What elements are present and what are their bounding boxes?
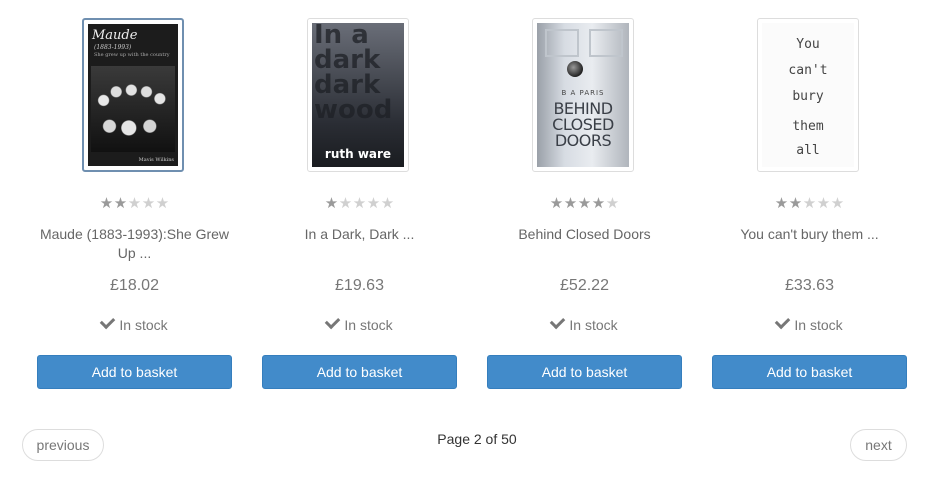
cover-title: BEHIND CLOSED DOORS: [537, 101, 629, 149]
product-price: £19.63: [335, 277, 384, 294]
book-cover-image[interactable]: B A PARIS BEHIND CLOSED DOORS: [532, 18, 634, 172]
product-price: £33.63: [785, 277, 834, 294]
star-empty-icon: ★: [141, 195, 156, 212]
star-filled-icon: ★: [774, 195, 789, 212]
product-title-link[interactable]: You can't bury them ...: [712, 225, 907, 244]
star-empty-icon: ★: [816, 195, 831, 212]
next-page-button[interactable]: next: [850, 429, 907, 461]
star-empty-icon: ★: [830, 195, 845, 212]
star-rating: ★★★★★: [487, 196, 682, 211]
check-icon: [325, 313, 341, 330]
availability: In stock: [37, 313, 232, 333]
star-empty-icon: ★: [338, 195, 353, 212]
book-cover-image[interactable]: Maude (1883-1993) She grew up with the c…: [82, 18, 184, 172]
star-rating: ★★★★★: [712, 196, 907, 211]
cover-author: ruth ware: [324, 147, 392, 161]
product-title-link[interactable]: Maude (1883-1993):She Grew Up ...: [37, 225, 232, 263]
star-filled-icon: ★: [549, 195, 564, 212]
door-panel: [545, 29, 579, 57]
page-indicator: Page 2 of 50: [437, 431, 517, 447]
cover-art: Maude (1883-1993) She grew up with the c…: [88, 24, 178, 166]
availability-text: In stock: [344, 317, 393, 333]
cover-author: Mavis Wilkins: [138, 157, 174, 163]
availability: In stock: [712, 313, 907, 333]
cover-word: all: [796, 143, 820, 158]
star-rating: ★★★★★: [37, 196, 232, 211]
door-panel: [589, 29, 623, 57]
star-filled-icon: ★: [577, 195, 592, 212]
cover-art: You can't bury them all: [762, 23, 854, 167]
product-title-link[interactable]: In a Dark, Dark ...: [262, 225, 457, 244]
availability-text: In stock: [794, 317, 843, 333]
availability-text: In stock: [569, 317, 618, 333]
star-empty-icon: ★: [605, 195, 620, 212]
check-icon: [100, 313, 116, 330]
star-rating: ★★★★★: [262, 196, 457, 211]
cover-title-line: DOORS: [554, 131, 612, 150]
star-empty-icon: ★: [802, 195, 817, 212]
product-title-link[interactable]: Behind Closed Doors: [487, 225, 682, 244]
availability: In stock: [487, 313, 682, 333]
star-filled-icon: ★: [591, 195, 606, 212]
star-empty-icon: ★: [366, 195, 381, 212]
cover-word: them: [792, 119, 824, 134]
cover-word: bury: [792, 89, 824, 104]
cover-art: B A PARIS BEHIND CLOSED DOORS: [537, 23, 629, 167]
check-icon: [550, 313, 566, 330]
cover-title: Maude: [92, 28, 138, 43]
cover-art: In a dark dark wood ruth ware: [312, 23, 404, 167]
door-knob: [567, 61, 583, 77]
add-to-basket-button[interactable]: Add to basket: [262, 355, 457, 389]
cover-word: You: [796, 37, 820, 52]
star-filled-icon: ★: [113, 195, 128, 212]
availability-text: In stock: [119, 317, 168, 333]
star-filled-icon: ★: [99, 195, 114, 212]
add-to-basket-button[interactable]: Add to basket: [487, 355, 682, 389]
cover-author: B A PARIS: [561, 89, 605, 97]
product-price: £52.22: [560, 277, 609, 294]
add-to-basket-button[interactable]: Add to basket: [712, 355, 907, 389]
cover-title: In a dark dark wood: [314, 23, 393, 125]
star-filled-icon: ★: [563, 195, 578, 212]
cover-word: can't: [788, 63, 828, 78]
cover-subtitle: (1883-1993): [94, 44, 132, 51]
add-to-basket-button[interactable]: Add to basket: [37, 355, 232, 389]
book-cover-image[interactable]: You can't bury them all: [757, 18, 859, 172]
cover-photo: [91, 66, 175, 152]
product-price: £18.02: [110, 277, 159, 294]
book-cover-image[interactable]: In a dark dark wood ruth ware: [307, 18, 409, 172]
star-filled-icon: ★: [788, 195, 803, 212]
star-empty-icon: ★: [127, 195, 142, 212]
availability: In stock: [262, 313, 457, 333]
cover-tagline: She grew up with the country: [94, 52, 170, 58]
star-empty-icon: ★: [352, 195, 367, 212]
star-filled-icon: ★: [324, 195, 339, 212]
star-empty-icon: ★: [155, 195, 170, 212]
check-icon: [775, 313, 791, 330]
star-empty-icon: ★: [380, 195, 395, 212]
